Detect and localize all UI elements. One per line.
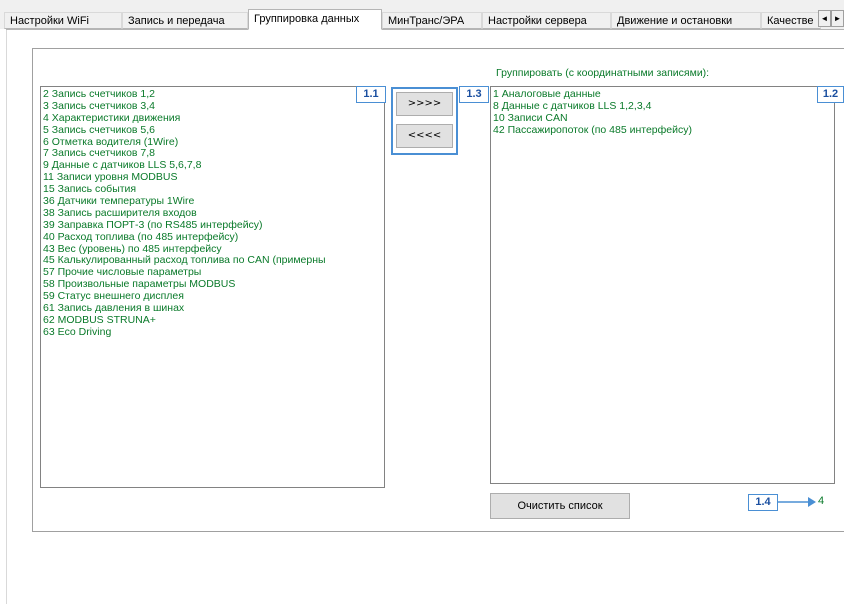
list-item[interactable]: 8 Данные с датчиков LLS 1,2,3,4	[491, 100, 834, 113]
tab-wifi-settings[interactable]: Настройки WiFi	[4, 12, 122, 29]
marker-1-2: 1.2	[817, 86, 844, 103]
list-item[interactable]: 10 Записи CAN	[491, 112, 834, 125]
grouped-records-label: Группировать (с координатными записями):	[496, 67, 710, 79]
list-item[interactable]: 38 Запись расширителя входов	[41, 207, 384, 220]
clear-list-button[interactable]: Очистить список	[490, 493, 630, 519]
tab-scroll-left-icon[interactable]: ◄	[818, 10, 831, 27]
tab-page-border-left	[6, 30, 7, 604]
available-records-list[interactable]: 2 Запись счетчиков 1,2 3 Запись счетчиков…	[40, 86, 385, 488]
grouped-records-list[interactable]: 1 Аналоговые данные 8 Данные с датчиков L…	[490, 86, 835, 484]
tab-page-border	[6, 29, 844, 30]
tab-mintrans-era[interactable]: МинТранс/ЭРА	[382, 12, 482, 29]
list-item[interactable]: 4 Характеристики движения	[41, 112, 384, 125]
list-item[interactable]: 5 Запись счетчиков 5,6	[41, 124, 384, 137]
arrow-right-icon	[778, 497, 816, 507]
list-item[interactable]: 63 Eco Driving	[41, 326, 384, 339]
list-item[interactable]: 39 Заправка ПОРТ-3 (по RS485 интерфейсу)	[41, 219, 384, 232]
marker-1-4: 1.4	[748, 494, 778, 511]
add-to-group-button[interactable]: >>>>	[396, 92, 453, 116]
tab-movement-stops[interactable]: Движение и остановки	[611, 12, 761, 29]
grouped-records-items: 1 Аналоговые данные 8 Данные с датчиков L…	[491, 87, 834, 137]
tab-strip: Настройки WiFi Запись и передача Группир…	[0, 0, 844, 30]
tab-data-grouping[interactable]: Группировка данных	[248, 9, 382, 30]
marker-1-3: 1.3	[459, 86, 489, 103]
tab-scroll-right-icon[interactable]: ►	[831, 10, 844, 27]
tab-quality[interactable]: Качестве	[761, 12, 821, 29]
marker-1-1: 1.1	[356, 86, 386, 103]
tab-server-settings[interactable]: Настройки сервера	[482, 12, 611, 29]
remove-from-group-button[interactable]: <<<<	[396, 124, 453, 148]
list-item[interactable]: 42 Пассажиропоток (по 485 интерфейсу)	[491, 124, 834, 137]
list-item[interactable]: 3 Запись счетчиков 3,4	[41, 100, 384, 113]
available-records-items: 2 Запись счетчиков 1,2 3 Запись счетчиков…	[41, 87, 384, 339]
list-item[interactable]: 40 Расход топлива (по 485 интерфейсу)	[41, 231, 384, 244]
grouped-count: 4	[818, 495, 825, 507]
tab-recording-transfer[interactable]: Запись и передача	[122, 12, 248, 29]
